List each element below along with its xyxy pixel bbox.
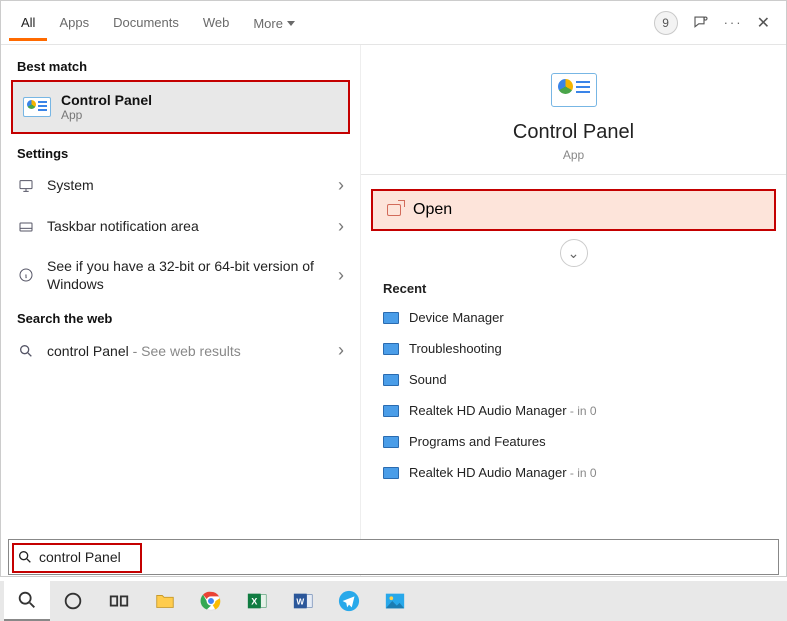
tab-apps[interactable]: Apps (47, 5, 101, 41)
body: Best match Control Panel App Settings Sy… (1, 45, 786, 576)
recent-programs-features[interactable]: Programs and Features (361, 426, 786, 457)
chevron-right-icon: › (338, 265, 344, 286)
control-panel-mini-icon (383, 467, 399, 479)
preview-panel: Control Panel App Open ⌄ Recent Device M… (361, 45, 786, 576)
taskbar-search-button[interactable] (4, 581, 50, 621)
taskbar-excel[interactable]: X (234, 581, 280, 621)
tab-documents[interactable]: Documents (101, 5, 191, 41)
taskbar-photos[interactable] (372, 581, 418, 621)
control-panel-icon-large (551, 73, 597, 107)
control-panel-mini-icon (383, 343, 399, 355)
section-settings: Settings (1, 138, 360, 165)
recent-realtek-2[interactable]: Realtek HD Audio Manager - in 0 (361, 457, 786, 488)
settings-row-system[interactable]: System › (1, 165, 360, 206)
tab-web[interactable]: Web (191, 5, 242, 41)
search-bar[interactable] (8, 539, 779, 575)
section-best-match: Best match (1, 51, 360, 78)
section-search-web: Search the web (1, 303, 360, 330)
filter-tabs: All Apps Documents Web More (9, 5, 307, 41)
section-recent: Recent (361, 271, 786, 302)
svg-text:X: X (251, 597, 258, 607)
best-match-sub: App (61, 108, 152, 122)
recent-realtek-1[interactable]: Realtek HD Audio Manager - in 0 (361, 395, 786, 426)
recent-device-manager[interactable]: Device Manager (361, 302, 786, 333)
taskbar-taskview-button[interactable] (96, 581, 142, 621)
action-open-label: Open (413, 201, 452, 219)
chevron-right-icon: › (338, 175, 344, 196)
control-panel-mini-icon (383, 405, 399, 417)
settings-row-taskbar[interactable]: Taskbar notification area › (1, 206, 360, 247)
info-icon (17, 266, 35, 284)
search-input[interactable] (39, 549, 770, 565)
web-row[interactable]: control Panel - See web results › (1, 330, 360, 371)
rewards-badge[interactable]: 9 (654, 11, 678, 35)
chevron-right-icon: › (338, 340, 344, 361)
recent-sound[interactable]: Sound (361, 364, 786, 395)
chevron-down-icon: ⌄ (568, 245, 580, 262)
more-options-icon[interactable]: ··· (724, 15, 743, 30)
close-icon[interactable]: ✕ (757, 13, 770, 33)
recent-troubleshooting[interactable]: Troubleshooting (361, 333, 786, 364)
taskbar: X W (0, 581, 787, 621)
preview-title: Control Panel (361, 121, 786, 144)
svg-text:W: W (296, 598, 304, 607)
preview-sub: App (361, 148, 786, 162)
control-panel-mini-icon (383, 436, 399, 448)
search-icon (17, 342, 35, 360)
taskbar-chrome[interactable] (188, 581, 234, 621)
taskbar-icon (17, 218, 35, 236)
chevron-down-icon (287, 21, 295, 26)
taskbar-telegram[interactable] (326, 581, 372, 621)
monitor-icon (17, 177, 35, 195)
control-panel-mini-icon (383, 374, 399, 386)
top-bar: All Apps Documents Web More 9 ··· ✕ (1, 1, 786, 45)
search-window: All Apps Documents Web More 9 ··· ✕ Best… (0, 0, 787, 577)
search-icon (17, 549, 33, 565)
chevron-right-icon: › (338, 216, 344, 237)
tab-more[interactable]: More (241, 5, 307, 41)
action-open[interactable]: Open (371, 189, 776, 231)
results-panel: Best match Control Panel App Settings Sy… (1, 45, 361, 576)
settings-row-bits[interactable]: See if you have a 32-bit or 64-bit versi… (1, 247, 360, 303)
taskbar-word[interactable]: W (280, 581, 326, 621)
open-icon (387, 204, 401, 216)
top-right-controls: 9 ··· ✕ (654, 11, 778, 35)
expand-button[interactable]: ⌄ (560, 239, 588, 267)
taskbar-file-explorer[interactable] (142, 581, 188, 621)
taskbar-cortana-button[interactable] (50, 581, 96, 621)
control-panel-mini-icon (383, 312, 399, 324)
feedback-icon[interactable] (692, 14, 710, 32)
best-match-title: Control Panel (61, 92, 152, 108)
best-match-control-panel[interactable]: Control Panel App (11, 80, 350, 134)
control-panel-icon (23, 97, 51, 117)
tab-all[interactable]: All (9, 5, 47, 41)
